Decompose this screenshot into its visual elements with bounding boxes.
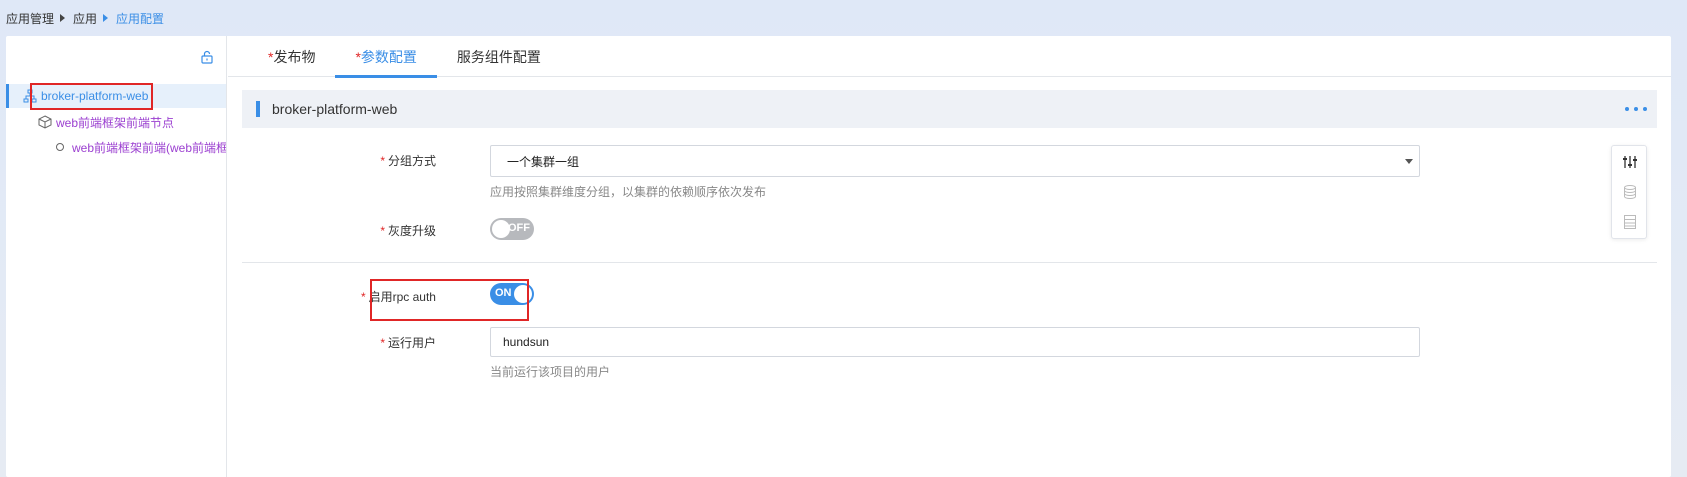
database-icon[interactable] [1622,184,1638,200]
rpc-auth-label: * 启用rpc auth [228,288,436,305]
breadcrumb-item-app[interactable]: 应用 [73,10,97,27]
main-panel: broker-platform-web web前端框架前端节点 web前端框架前… [6,36,1671,477]
run-user-hint: 当前运行该项目的用户 [490,365,611,379]
breadcrumb-current: 应用配置 [116,11,165,26]
toggle-state: ON [495,287,512,299]
run-user-input[interactable] [490,327,1420,357]
gray-upgrade-toggle[interactable]: OFF [490,218,534,240]
breadcrumb: 应用管理 应用 应用配置 [6,9,164,27]
breadcrumb-item-app-management[interactable]: 应用管理 [6,10,54,27]
caret-down-icon [1405,159,1413,164]
list-icon[interactable] [1622,214,1638,230]
tab-bar: * 发布物 * 参数配置 服务组件配置 [228,36,1671,78]
sliders-icon[interactable] [1622,154,1638,170]
tree-node-child[interactable]: web前端框架前端节点 [6,110,174,134]
more-dots-icon[interactable] [1625,99,1647,119]
tab-service-component[interactable]: 服务组件配置 [437,36,561,77]
sitemap-icon [23,89,37,103]
tree-node-root-label: broker-platform-web [41,89,149,103]
section-header: broker-platform-web [242,90,1657,128]
tab-param-config[interactable]: * 参数配置 [335,36,438,78]
required-mark: * [380,154,385,168]
section-divider [242,262,1657,263]
circle-icon [56,143,64,151]
gray-upgrade-label: * 灰度升级 [228,222,436,239]
section-title: broker-platform-web [272,101,398,117]
caret-right-icon [103,14,109,22]
label-text: 灰度升级 [387,224,436,238]
group-mode-hint: 应用按照集群维度分组，以集群的依赖顺序依次发布 [490,185,767,199]
select-value: 一个集群一组 [507,154,580,169]
sidebar-tree: broker-platform-web web前端框架前端节点 web前端框架前… [6,36,227,477]
tab-label: 发布物 [273,48,316,65]
required-mark: * [360,290,366,304]
float-toolbar [1611,145,1647,239]
tab-label: 参数配置 [360,48,417,65]
section-accent-bar [256,101,260,117]
tab-label: 服务组件配置 [456,48,541,65]
content-area: * 发布物 * 参数配置 服务组件配置 broker-platform-web … [228,36,1671,477]
required-mark: * [380,336,385,350]
tree-node-child-label: web前端框架前端节点 [56,115,175,130]
label-text: 启用rpc auth [368,290,436,304]
group-mode-select[interactable]: 一个集群一组 [490,145,1420,177]
tree-node-leaf-label: web前端框架前端(web前端框 [72,140,227,155]
cube-icon [38,115,52,129]
tab-release[interactable]: * 发布物 [248,36,335,77]
caret-right-icon [60,14,66,22]
unlock-icon[interactable] [200,50,214,64]
rpc-auth-toggle[interactable]: ON [490,283,534,305]
toggle-state: OFF [508,222,530,234]
toggle-knob [514,285,532,303]
group-mode-label: * 分组方式 [228,152,436,169]
tree-node-leaf[interactable]: web前端框架前端(web前端框 [6,135,227,159]
tree-node-root[interactable]: broker-platform-web [6,84,226,108]
label-text: 分组方式 [387,154,436,168]
label-text: 运行用户 [387,336,436,350]
required-mark: * [380,224,385,238]
run-user-label: * 运行用户 [228,334,436,351]
